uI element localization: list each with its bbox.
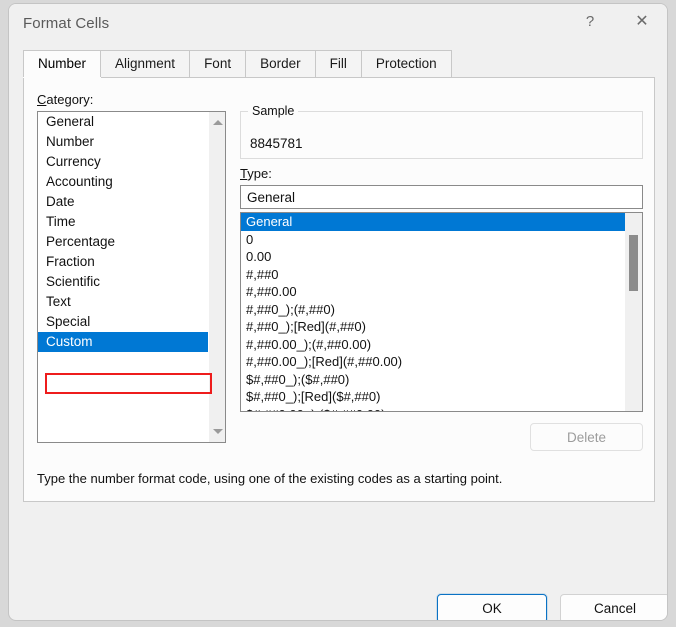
type-item[interactable]: #,##0 xyxy=(241,266,626,284)
tab-font[interactable]: Font xyxy=(189,50,246,77)
number-tab-panel: Category: GeneralNumberCurrencyAccountin… xyxy=(23,78,655,502)
category-item-time[interactable]: Time xyxy=(38,212,208,232)
type-item-list: General00.00#,##0#,##0.00#,##0_);(#,##0)… xyxy=(241,213,626,412)
category-item-accounting[interactable]: Accounting xyxy=(38,172,208,192)
help-icon[interactable]: ? xyxy=(567,4,613,38)
category-listbox[interactable]: GeneralNumberCurrencyAccountingDateTimeP… xyxy=(37,111,226,443)
category-item-text[interactable]: Text xyxy=(38,292,208,312)
tab-fill[interactable]: Fill xyxy=(315,50,362,77)
category-item-general[interactable]: General xyxy=(38,112,208,132)
category-item-custom[interactable]: Custom xyxy=(38,332,208,352)
type-scrollbar-thumb[interactable] xyxy=(629,235,638,291)
category-item-fraction[interactable]: Fraction xyxy=(38,252,208,272)
close-icon[interactable]: ✕ xyxy=(619,4,665,38)
category-scroll-down-icon[interactable] xyxy=(209,423,226,440)
close-glyph: ✕ xyxy=(635,11,648,31)
category-scroll-up-icon[interactable] xyxy=(209,114,226,131)
sample-groupbox xyxy=(240,111,643,159)
tab-number[interactable]: Number xyxy=(23,50,101,77)
category-scrollbar[interactable] xyxy=(208,112,225,442)
category-item-currency[interactable]: Currency xyxy=(38,152,208,172)
dialog-titlebar: Format Cells ? ✕ xyxy=(9,4,667,46)
type-item[interactable]: $#,##0_);[Red]($#,##0) xyxy=(241,388,626,406)
tab-border[interactable]: Border xyxy=(245,50,316,77)
type-item[interactable]: $#,##0_);($#,##0) xyxy=(241,371,626,389)
type-item[interactable]: 0 xyxy=(241,231,626,249)
sample-groupbox-label: Sample xyxy=(248,104,298,118)
category-label-rest: ategory: xyxy=(46,92,93,107)
type-item[interactable]: #,##0.00_);[Red](#,##0.00) xyxy=(241,353,626,371)
sample-value: 8845781 xyxy=(250,136,303,151)
tab-alignment[interactable]: Alignment xyxy=(100,50,190,77)
type-label: Type: xyxy=(240,166,272,181)
tab-strip: NumberAlignmentFontBorderFillProtection xyxy=(23,51,655,78)
type-item[interactable]: General xyxy=(241,213,626,231)
tab-protection[interactable]: Protection xyxy=(361,50,452,77)
delete-button[interactable]: Delete xyxy=(530,423,643,451)
dialog-title: Format Cells xyxy=(23,15,109,32)
type-item[interactable]: #,##0_);[Red](#,##0) xyxy=(241,318,626,336)
type-input[interactable] xyxy=(240,185,643,209)
type-listbox[interactable]: General00.00#,##0#,##0.00#,##0_);(#,##0)… xyxy=(240,212,643,412)
category-item-date[interactable]: Date xyxy=(38,192,208,212)
type-item[interactable]: 0.00 xyxy=(241,248,626,266)
type-label-rest: ype: xyxy=(247,166,272,181)
ok-button[interactable]: OK xyxy=(437,594,547,621)
category-item-percentage[interactable]: Percentage xyxy=(38,232,208,252)
category-item-number[interactable]: Number xyxy=(38,132,208,152)
type-item[interactable]: $#,##0.00_);($#,##0.00) xyxy=(241,406,626,413)
category-label-accel: C xyxy=(37,92,46,107)
type-scrollbar[interactable] xyxy=(625,213,642,411)
type-item[interactable]: #,##0.00_);(#,##0.00) xyxy=(241,336,626,354)
category-item-scientific[interactable]: Scientific xyxy=(38,272,208,292)
format-cells-dialog: Format Cells ? ✕ NumberAlignmentFontBord… xyxy=(8,3,668,621)
help-glyph: ? xyxy=(586,13,594,30)
category-item-special[interactable]: Special xyxy=(38,312,208,332)
hint-text: Type the number format code, using one o… xyxy=(37,470,643,487)
category-item-list: GeneralNumberCurrencyAccountingDateTimeP… xyxy=(38,112,208,352)
type-item[interactable]: #,##0_);(#,##0) xyxy=(241,301,626,319)
cancel-button[interactable]: Cancel xyxy=(560,594,668,621)
category-label: Category: xyxy=(37,92,93,107)
type-item[interactable]: #,##0.00 xyxy=(241,283,626,301)
